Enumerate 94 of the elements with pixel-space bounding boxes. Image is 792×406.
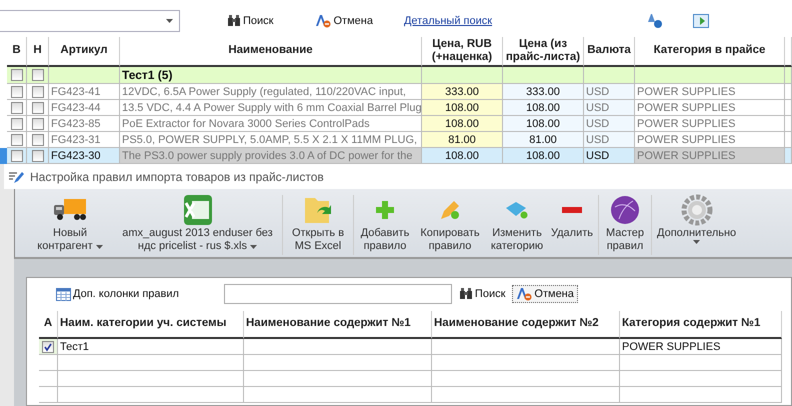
table-cell: FG423-31 bbox=[49, 132, 120, 148]
table-cell: 108.00 bbox=[503, 148, 584, 164]
table-cell: POWER SUPPLIES bbox=[620, 339, 782, 355]
checkbox[interactable] bbox=[10, 102, 22, 114]
binoculars-icon bbox=[458, 288, 473, 300]
toolbar-button[interactable]: Открыть в MS Excel bbox=[285, 193, 351, 254]
search-button[interactable]: Поиск bbox=[456, 287, 508, 301]
column-header: Цена, RUB (+наценка) bbox=[422, 37, 503, 67]
toolbar-button[interactable]: Мастер правил bbox=[601, 193, 649, 254]
table-cell: 81.00 bbox=[422, 132, 503, 148]
checkbox[interactable] bbox=[10, 69, 22, 81]
checkbox[interactable] bbox=[32, 134, 44, 146]
checkbox[interactable] bbox=[10, 134, 22, 146]
table-cell: 81.00 bbox=[503, 132, 584, 148]
column-header: Категория в прайсе bbox=[635, 37, 785, 67]
cancel-button[interactable]: Отмена bbox=[512, 285, 578, 303]
table-cell: USD bbox=[584, 84, 635, 100]
dialog-title: Настройка правил импорта товаров из прайс-листов bbox=[30, 170, 324, 184]
search-field[interactable] bbox=[224, 284, 452, 304]
table-cell: USD bbox=[584, 148, 635, 164]
group-row-cell bbox=[584, 67, 635, 84]
clear-filter-icon bbox=[315, 14, 332, 28]
column-header: Цена (из прайс-листа) bbox=[503, 37, 584, 67]
group-label: Тест1 (5) bbox=[120, 67, 422, 84]
table-cell: POWER SUPPLIES bbox=[635, 148, 785, 164]
cancel-button[interactable]: Отмена bbox=[312, 12, 376, 28]
table-cell: POWER SUPPLIES bbox=[635, 132, 785, 148]
column-header: Н bbox=[27, 37, 49, 67]
checkbox[interactable] bbox=[42, 340, 54, 352]
toolbar-button[interactable]: amx_august 2013 enduser без ндс pricelist - rus $.xls bbox=[115, 193, 280, 254]
column-header: Категория содержит №1 bbox=[620, 311, 782, 339]
table-cell: 108.00 bbox=[503, 100, 584, 116]
advanced-search-link[interactable]: Детальный поиск bbox=[404, 14, 492, 26]
pencil-icon bbox=[439, 199, 461, 221]
combo-box[interactable] bbox=[0, 10, 180, 32]
table-cell: POWER SUPPLIES bbox=[635, 100, 785, 116]
gear-icon bbox=[680, 194, 713, 226]
table-icon bbox=[56, 288, 71, 300]
checkbox[interactable] bbox=[10, 118, 22, 130]
pencil-icon bbox=[8, 170, 24, 184]
table-cell: 13.5 VDC, 4.4 A Power Supply with 6 mm Coaxial Barrel Plug bbox=[120, 100, 422, 116]
tag-icon bbox=[504, 200, 530, 220]
table-cell: 333.00 bbox=[503, 84, 584, 100]
column-header: Валюта bbox=[584, 37, 635, 67]
clear-filter-icon bbox=[516, 287, 532, 301]
extra-columns-button[interactable]: Доп. колонки правил bbox=[53, 286, 182, 302]
checkbox[interactable] bbox=[10, 86, 22, 98]
table-cell: FG423-85 bbox=[49, 116, 120, 132]
caret-icon bbox=[166, 18, 173, 22]
column-header: Артикул bbox=[49, 37, 120, 67]
spreadsheet-icon bbox=[182, 194, 212, 226]
table-cell: 108.00 bbox=[422, 148, 503, 164]
plus-icon bbox=[375, 200, 395, 220]
toolbar-button[interactable]: Удалить bbox=[548, 193, 596, 240]
table-cell: USD bbox=[584, 100, 635, 116]
table-cell: FG423-44 bbox=[49, 100, 120, 116]
table-cell: The PS3.0 power supply provides 3.0 A of DC power for the bbox=[120, 148, 422, 164]
binoculars-icon bbox=[227, 14, 241, 26]
table-cell: 108.00 bbox=[503, 116, 584, 132]
table-cell: 108.00 bbox=[422, 100, 503, 116]
column-header: Наименование содержит №1 bbox=[244, 311, 432, 339]
table-cell: Тест1 bbox=[58, 339, 244, 355]
toolbar-button[interactable]: Новый контрагент bbox=[25, 193, 115, 254]
table-cell: POWER SUPPLIES bbox=[635, 116, 785, 132]
minus-icon bbox=[562, 207, 582, 213]
checkbox[interactable] bbox=[32, 69, 44, 81]
table-cell: POWER SUPPLIES bbox=[635, 84, 785, 100]
globe-icon bbox=[610, 195, 640, 225]
column-header: Наименование bbox=[120, 37, 422, 67]
export-icon[interactable] bbox=[693, 14, 710, 28]
table-cell: FG423-30 bbox=[49, 148, 120, 164]
table-cell: 333.00 bbox=[422, 84, 503, 100]
table-cell: USD bbox=[584, 132, 635, 148]
column-header: Наим. категории уч. системы bbox=[58, 311, 244, 339]
table-cell: 108.00 bbox=[422, 116, 503, 132]
checkbox[interactable] bbox=[32, 118, 44, 130]
toolbar-button[interactable]: Копировать правило bbox=[414, 193, 486, 254]
checkbox[interactable] bbox=[32, 150, 44, 162]
checkbox[interactable] bbox=[32, 102, 44, 114]
search-button[interactable]: Поиск bbox=[224, 14, 276, 28]
table-cell: 12VDC, 6.5A Power Supply (regulated, 110/220VAC input, bbox=[120, 84, 422, 100]
column-header: А bbox=[39, 311, 58, 339]
toolbar-button[interactable]: Добавить правило bbox=[356, 193, 414, 254]
checkbox[interactable] bbox=[32, 86, 44, 98]
column-header: В bbox=[7, 37, 27, 67]
checkbox[interactable] bbox=[10, 150, 22, 162]
table-cell: PS5.0, POWER SUPPLY, 5.0AMP, 5.5 X 2.1 X 11MM PLUG, bbox=[120, 132, 422, 148]
column-header: Наименование содержит №2 bbox=[432, 311, 620, 339]
table-cell: PoE Extractor for Novara 3000 Series ControlPads bbox=[120, 116, 422, 132]
table-cell: USD bbox=[584, 116, 635, 132]
toolbar-button[interactable]: Дополнительно bbox=[654, 193, 740, 244]
truck-icon bbox=[53, 197, 87, 223]
toolbar-button[interactable]: Изменить категорию bbox=[486, 193, 548, 254]
table-cell: FG423-41 bbox=[49, 84, 120, 100]
